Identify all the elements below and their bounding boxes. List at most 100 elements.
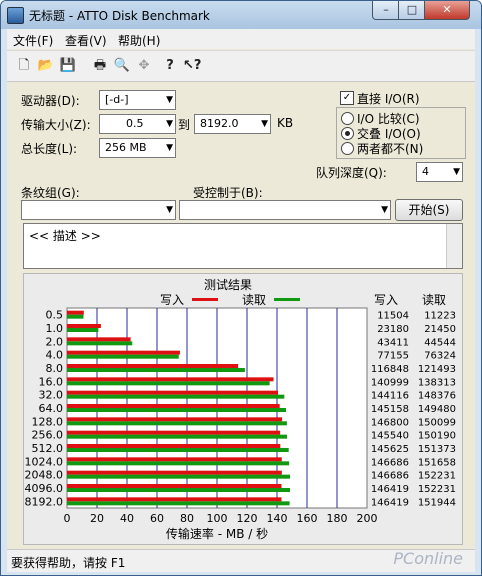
- x-tick-label: 0: [64, 512, 71, 525]
- x-tick-label: 160: [297, 512, 318, 525]
- x-tick-label: 200: [357, 512, 378, 525]
- context-help-icon[interactable]: ↖?: [183, 57, 201, 75]
- save-icon[interactable]: 💾: [59, 57, 77, 75]
- x-tick-label: 80: [180, 512, 194, 525]
- read-value: 21450: [424, 324, 456, 335]
- menu-bar: 文件(F) 查看(V) 帮助(H): [7, 29, 475, 49]
- x-tick-label: 20: [90, 512, 104, 525]
- title-bar[interactable]: 无标题 - ATTO Disk Benchmark – □ ✕: [1, 1, 481, 29]
- read-bar: [67, 501, 290, 506]
- write-value: 77155: [377, 351, 409, 362]
- direct-io-checkbox[interactable]: ✓: [340, 91, 354, 105]
- drive-label: 驱动器(D):: [21, 94, 80, 108]
- results-panel: 测试结果 写入 读取 写入 读取 0 20 40 60 80 100 120 140 160 18…: [23, 273, 463, 545]
- description-text: << 描述 >>: [29, 229, 101, 243]
- write-bar: [67, 457, 282, 462]
- read-bar: [67, 314, 84, 319]
- transfer-to-select[interactable]: 8192.0 ▼: [194, 114, 271, 134]
- write-bar: [67, 484, 282, 488]
- watermark-logo: PConline: [393, 549, 463, 568]
- close-button[interactable]: ✕: [424, 1, 470, 20]
- chevron-down-icon: ▼: [166, 95, 173, 105]
- write-bar: [67, 337, 131, 342]
- description-box[interactable]: << 描述 >>: [23, 223, 463, 269]
- queue-depth-label: 队列深度(Q):: [316, 166, 387, 180]
- write-value: 145540: [371, 431, 409, 442]
- write-bar: [67, 444, 281, 448]
- chevron-down-icon: ▼: [261, 119, 268, 129]
- print-preview-icon[interactable]: 🔍: [113, 57, 131, 75]
- x-tick-label: 120: [237, 512, 258, 525]
- x-tick-label: 100: [207, 512, 228, 525]
- read-bar: [67, 394, 285, 399]
- transfer-size-label: 传输大小(Z):: [21, 118, 91, 132]
- write-bar: [67, 417, 283, 422]
- window-title: 无标题 - ATTO Disk Benchmark: [29, 9, 210, 23]
- x-tick-label: 40: [120, 512, 134, 525]
- y-tick-label: 2048.0: [25, 469, 64, 482]
- transfer-from-select[interactable]: 0.5 ▼: [99, 114, 176, 134]
- y-tick-label: 4.0: [46, 349, 64, 362]
- write-bar: [67, 350, 180, 355]
- benchmark-chart: 0 20 40 60 80 100 120 140 160 180 200 0.5 11504 11223…: [25, 307, 456, 541]
- kb-unit-label: KB: [277, 116, 294, 130]
- write-bar: [67, 390, 279, 395]
- write-value: 144116: [371, 391, 409, 402]
- neither-radio[interactable]: [341, 142, 354, 155]
- write-value: 146419: [371, 484, 409, 495]
- read-bar: [67, 368, 245, 372]
- menu-file[interactable]: 文件(F): [13, 32, 53, 49]
- chevron-down-icon: ▼: [453, 167, 460, 177]
- drive-select[interactable]: [-d-] ▼: [99, 90, 176, 110]
- menu-help[interactable]: 帮助(H): [118, 32, 160, 49]
- read-value: 151658: [418, 457, 456, 468]
- start-button[interactable]: 开始(S): [395, 199, 463, 221]
- read-bar: [67, 381, 270, 386]
- chevron-down-icon: ▼: [166, 143, 173, 153]
- write-value: 146686: [371, 471, 409, 482]
- open-folder-icon[interactable]: 📂: [37, 57, 55, 75]
- toolbar: 🗋 📂 💾 🖶 🔍 ✥ ? ↖?: [7, 50, 475, 82]
- y-tick-label: 512.0: [32, 442, 64, 455]
- write-value: 146419: [371, 497, 409, 508]
- read-bar: [67, 421, 287, 426]
- status-text: 要获得帮助，请按 F1: [11, 556, 126, 570]
- y-tick-label: 16.0: [39, 375, 64, 388]
- y-tick-label: 64.0: [39, 402, 64, 415]
- write-value: 11504: [377, 311, 409, 322]
- new-file-icon[interactable]: 🗋: [15, 57, 33, 75]
- chevron-down-icon: ▼: [166, 119, 173, 129]
- menu-view[interactable]: 查看(V): [65, 32, 107, 49]
- controlled-by-select[interactable]: ▼: [179, 200, 391, 220]
- read-value: 149480: [418, 404, 456, 415]
- queue-depth-value: 4: [422, 165, 429, 178]
- x-tick-label: 180: [327, 512, 348, 525]
- write-bar: [67, 310, 84, 315]
- write-value: 146686: [371, 457, 409, 468]
- write-value: 43411: [377, 337, 409, 348]
- total-length-select[interactable]: 256 MB ▼: [99, 138, 176, 158]
- write-value: 145158: [371, 404, 409, 415]
- io-compare-radio[interactable]: [341, 112, 354, 125]
- read-bar: [67, 328, 99, 332]
- y-tick-label: 1.0: [46, 322, 64, 335]
- overlapped-io-radio[interactable]: [341, 127, 354, 140]
- y-tick-label: 1024.0: [25, 455, 64, 468]
- maximize-button[interactable]: □: [398, 1, 426, 20]
- description-scrollbar[interactable]: [446, 224, 462, 268]
- move-icon[interactable]: ✥: [135, 57, 153, 75]
- minimize-button[interactable]: –: [372, 1, 400, 20]
- print-icon[interactable]: 🖶: [91, 57, 109, 75]
- read-value: 151373: [418, 444, 456, 455]
- status-bar: 要获得帮助，请按 F1 PConline: [7, 549, 475, 572]
- to-label: 到: [178, 118, 191, 132]
- read-value: 152231: [418, 484, 456, 495]
- app-icon: [7, 7, 24, 24]
- drive-value: [-d-]: [105, 93, 129, 106]
- stripe-group-select[interactable]: ▼: [21, 200, 176, 220]
- queue-depth-select[interactable]: 4 ▼: [416, 162, 463, 182]
- write-bar: [67, 470, 282, 475]
- read-value: 152231: [418, 471, 456, 482]
- read-bar: [67, 408, 286, 412]
- help-icon[interactable]: ?: [161, 57, 179, 75]
